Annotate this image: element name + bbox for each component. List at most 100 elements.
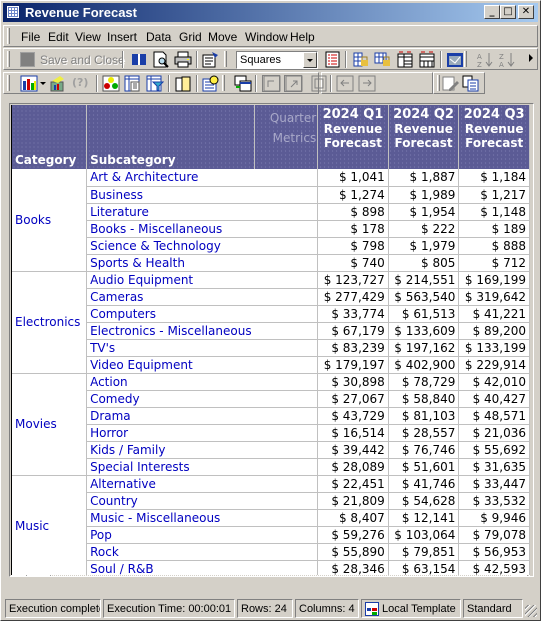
scroll-thumb[interactable] — [27, 575, 51, 576]
value-cell-q3[interactable]: $ 712 — [458, 254, 530, 272]
value-cell-q3[interactable]: $ 1,217 — [458, 186, 530, 204]
value-cell-q1[interactable]: $ 8,407 — [317, 509, 389, 527]
value-cell-q3[interactable]: $ 888 — [458, 237, 530, 255]
value-cell-q1[interactable]: $ 28,089 — [317, 458, 389, 476]
subcategory-cell[interactable]: Business — [86, 186, 319, 204]
style-combo[interactable]: Squares — [236, 51, 318, 69]
sort-ascending-icon[interactable]: AZ — [476, 51, 494, 68]
value-cell-q1[interactable]: $ 740 — [317, 254, 389, 272]
value-cell-q2[interactable]: $ 28,557 — [388, 424, 460, 442]
menu-file[interactable]: File — [21, 30, 40, 44]
value-cell-q3[interactable]: $ 189 — [458, 220, 530, 238]
subcategory-cell[interactable]: Science & Technology — [86, 237, 319, 255]
scroll-left-button[interactable] — [11, 575, 27, 576]
menu-edit[interactable]: Edit — [48, 30, 69, 44]
header-q1[interactable]: 2024 Q1 Revenue Forecast — [317, 105, 389, 169]
filter-icon[interactable] — [146, 75, 164, 92]
status-template[interactable]: Local Template — [361, 599, 461, 618]
toolbar-overflow-icon[interactable] — [529, 54, 533, 62]
multi-window-icon[interactable] — [234, 75, 252, 92]
subcategory-cell[interactable]: Comedy — [86, 390, 319, 408]
chevron-down-icon[interactable] — [303, 52, 317, 68]
value-cell-q2[interactable]: $ 103,064 — [388, 526, 460, 544]
subcategory-cell[interactable]: Art & Architecture — [86, 169, 319, 187]
value-cell-q2[interactable]: $ 563,540 — [388, 288, 460, 306]
subcategory-cell[interactable]: Video Equipment — [86, 356, 319, 374]
toolbar-grip[interactable] — [437, 75, 440, 91]
lock-columns-icon[interactable] — [374, 51, 392, 68]
value-cell-q1[interactable]: $ 59,276 — [317, 526, 389, 544]
value-cell-q2[interactable]: $ 41,746 — [388, 475, 460, 493]
subcategory-cell[interactable]: Rock — [86, 543, 319, 561]
menu-insert[interactable]: Insert — [107, 30, 137, 44]
help-question-icon[interactable]: (?) — [72, 76, 88, 89]
toolbar-grip[interactable] — [224, 51, 227, 67]
value-cell-q2[interactable]: $ 214,551 — [388, 271, 460, 289]
value-cell-q1[interactable]: $ 898 — [317, 203, 389, 221]
value-cell-q3[interactable]: $ 229,914 — [458, 356, 530, 374]
value-cell-q3[interactable]: $ 31,635 — [458, 458, 530, 476]
open-book-icon[interactable] — [130, 51, 148, 68]
resize-grip-icon[interactable] — [525, 605, 537, 617]
value-cell-q2[interactable]: $ 61,513 — [388, 305, 460, 323]
grid-table-icon[interactable] — [418, 51, 436, 68]
value-cell-q3[interactable]: $ 33,532 — [458, 492, 530, 510]
value-cell-q3[interactable]: $ 79,078 — [458, 526, 530, 544]
header-subcategory[interactable]: Subcategory — [86, 105, 255, 169]
value-cell-q3[interactable]: $ 48,571 — [458, 407, 530, 425]
subcategory-cell[interactable]: TV's — [86, 339, 319, 357]
value-cell-q2[interactable]: $ 79,851 — [388, 543, 460, 561]
value-cell-q3[interactable]: $ 9,946 — [458, 509, 530, 527]
value-cell-q2[interactable]: $ 58,840 — [388, 390, 460, 408]
value-cell-q3[interactable]: $ 1,148 — [458, 203, 530, 221]
value-cell-q1[interactable]: $ 27,067 — [317, 390, 389, 408]
header-q3[interactable]: 2024 Q3 Revenue Forecast — [458, 105, 530, 169]
value-cell-q3[interactable]: $ 21,036 — [458, 424, 530, 442]
horizontal-scrollbar[interactable] — [11, 575, 530, 576]
value-cell-q1[interactable]: $ 43,729 — [317, 407, 389, 425]
list-icon[interactable] — [324, 51, 342, 68]
copy-icon[interactable] — [462, 75, 480, 92]
right-arrow-icon[interactable] — [358, 75, 376, 92]
toolbar-grip[interactable] — [464, 51, 467, 67]
value-cell-q1[interactable]: $ 33,774 — [317, 305, 389, 323]
value-cell-q2[interactable]: $ 222 — [388, 220, 460, 238]
subcategory-cell[interactable]: Literature — [86, 203, 319, 221]
title-bar[interactable]: Revenue Forecast _ □ ✕ — [3, 3, 538, 22]
subcategory-cell[interactable]: Country — [86, 492, 319, 510]
value-cell-q2[interactable]: $ 1,954 — [388, 203, 460, 221]
close-button[interactable]: ✕ — [518, 5, 534, 19]
menu-grid[interactable]: Grid — [179, 30, 202, 44]
subcategory-cell[interactable]: Cameras — [86, 288, 319, 306]
value-cell-q1[interactable]: $ 123,727 — [317, 271, 389, 289]
subcategory-cell[interactable]: Alternative — [86, 475, 319, 493]
edit-icon[interactable] — [442, 75, 460, 92]
category-cell[interactable]: Movies — [12, 373, 88, 476]
value-cell-q1[interactable]: $ 178 — [317, 220, 389, 238]
pivot-down-icon[interactable] — [285, 75, 303, 92]
value-cell-q1[interactable]: $ 67,179 — [317, 322, 389, 340]
subcategory-cell[interactable]: Books - Miscellaneous — [86, 220, 319, 238]
subcategory-cell[interactable]: Horror — [86, 424, 319, 442]
value-cell-q2[interactable]: $ 76,746 — [388, 441, 460, 459]
value-cell-q1[interactable]: $ 30,898 — [317, 373, 389, 391]
page-icon[interactable] — [174, 75, 192, 92]
save-and-close-button[interactable]: Save and Close — [40, 53, 125, 67]
toolbar-grip[interactable] — [7, 75, 10, 91]
value-cell-q3[interactable]: $ 33,447 — [458, 475, 530, 493]
report-icon[interactable] — [124, 75, 142, 92]
value-cell-q2[interactable]: $ 197,162 — [388, 339, 460, 357]
value-cell-q2[interactable]: $ 12,141 — [388, 509, 460, 527]
header-category[interactable]: Category — [12, 105, 88, 169]
value-cell-q2[interactable]: $ 78,729 — [388, 373, 460, 391]
value-cell-q2[interactable]: $ 1,989 — [388, 186, 460, 204]
subcategory-cell[interactable]: Music - Miscellaneous — [86, 509, 319, 527]
value-cell-q2[interactable]: $ 51,601 — [388, 458, 460, 476]
subcategory-cell[interactable]: Computers — [86, 305, 319, 323]
value-cell-q3[interactable]: $ 89,200 — [458, 322, 530, 340]
minimize-button[interactable]: _ — [484, 5, 500, 19]
menu-window[interactable]: Window — [245, 30, 288, 44]
value-cell-q1[interactable]: $ 28,346 — [317, 560, 389, 575]
subcategory-cell[interactable]: Audio Equipment — [86, 271, 319, 289]
subcategory-cell[interactable]: Drama — [86, 407, 319, 425]
